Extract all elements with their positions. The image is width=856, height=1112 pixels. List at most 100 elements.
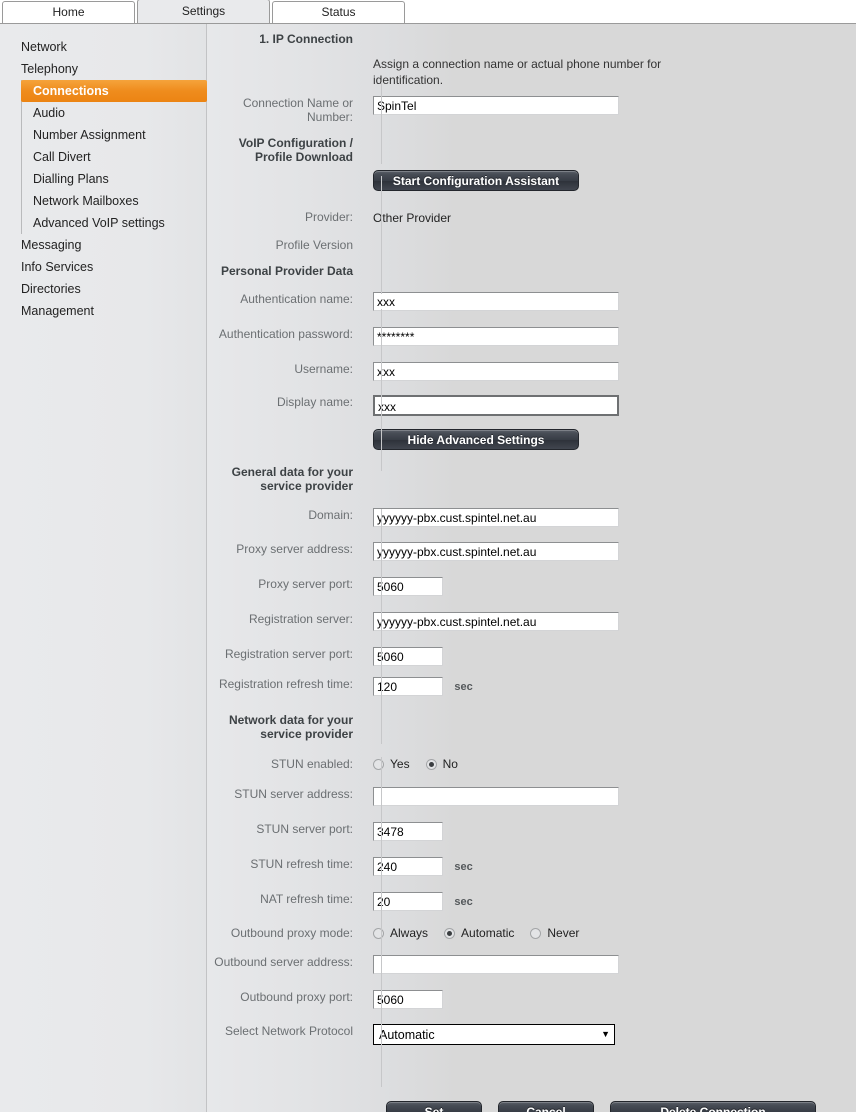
- proxy-server-address-input[interactable]: yyyyyy-pbx.cust.spintel.net.au: [373, 542, 619, 561]
- network-protocol-select[interactable]: Automatic ▼: [373, 1024, 615, 1045]
- stun-enabled-option-no[interactable]: No: [425, 757, 458, 771]
- sidebar-item-audio-label: Audio: [33, 106, 65, 120]
- username-label: Username:: [294, 362, 353, 376]
- domain-row: Domain: yyyyyy-pbx.cust.spintel.net.au: [207, 508, 856, 527]
- section-divider: [381, 176, 382, 294]
- radio-icon: [530, 927, 542, 939]
- tab-status[interactable]: Status: [272, 1, 405, 23]
- sidebar: Network Telephony Connections Audio Numb…: [0, 24, 207, 1112]
- hide-advanced-row: Hide Advanced Settings: [207, 429, 856, 450]
- sidebar-item-number-assignment[interactable]: Number Assignment: [22, 124, 206, 146]
- sidebar-item-connections[interactable]: Connections: [21, 80, 207, 102]
- stun-server-address-input[interactable]: [373, 787, 619, 806]
- outbound-proxy-mode-label: Outbound proxy mode:: [230, 926, 353, 940]
- registration-server-input[interactable]: yyyyyy-pbx.cust.spintel.net.au: [373, 612, 619, 631]
- proxy-server-port-input[interactable]: 5060: [373, 577, 443, 596]
- sidebar-item-network-label: Network: [21, 40, 67, 54]
- stun-enabled-row: STUN enabled: Yes No: [207, 757, 856, 771]
- sidebar-item-info-services[interactable]: Info Services: [0, 256, 206, 278]
- proxy-server-address-label: Proxy server address:: [236, 542, 353, 556]
- stun-enabled-label: STUN enabled:: [270, 757, 353, 771]
- sidebar-item-messaging-label: Messaging: [21, 238, 82, 252]
- cancel-button[interactable]: Cancel: [498, 1101, 594, 1112]
- outbound-proxy-port-label: Outbound proxy port:: [240, 990, 353, 1004]
- stun-refresh-time-label: STUN refresh time:: [250, 857, 353, 871]
- sidebar-item-network-mailboxes-label: Network Mailboxes: [33, 194, 139, 208]
- registration-server-label: Registration server:: [248, 612, 353, 626]
- domain-label: Domain:: [308, 508, 353, 522]
- start-configuration-assistant-button[interactable]: Start Configuration Assistant: [373, 170, 579, 191]
- username-row: Username: xxx: [207, 362, 856, 381]
- outbound-proxy-mode-row: Outbound proxy mode: Always Automatic Ne…: [207, 926, 856, 940]
- sidebar-item-dialling-plans[interactable]: Dialling Plans: [22, 168, 206, 190]
- registration-server-port-input[interactable]: 5060: [373, 647, 443, 666]
- sidebar-item-call-divert-label: Call Divert: [33, 150, 91, 164]
- registration-refresh-time-input[interactable]: 120: [373, 677, 443, 696]
- outbound-proxy-mode-option-automatic[interactable]: Automatic: [444, 926, 514, 940]
- delete-connection-button[interactable]: Delete Connection: [610, 1101, 816, 1112]
- network-protocol-selected-value: Automatic: [379, 1027, 435, 1042]
- outbound-proxy-mode-option-never[interactable]: Never: [530, 926, 579, 940]
- provider-value: Other Provider: [373, 211, 452, 225]
- sidebar-item-network[interactable]: Network: [0, 36, 206, 58]
- registration-refresh-time-label: Registration refresh time:: [218, 677, 353, 691]
- tab-settings[interactable]: Settings: [137, 0, 270, 23]
- general-data-section-title: General data for your service provider: [231, 465, 353, 493]
- sidebar-item-network-mailboxes[interactable]: Network Mailboxes: [22, 190, 206, 212]
- sidebar-item-messaging[interactable]: Messaging: [0, 234, 206, 256]
- stun-refresh-time-input[interactable]: 240: [373, 857, 443, 876]
- stun-server-address-row: STUN server address:: [207, 787, 856, 806]
- auth-password-row: Authentication password: ********: [207, 327, 856, 346]
- network-data-section-title: Network data for your service provider: [228, 713, 353, 741]
- nat-refresh-time-unit: sec: [454, 895, 473, 908]
- stun-enabled-option-yes[interactable]: Yes: [373, 757, 410, 771]
- display-name-row: Display name: xxx: [207, 395, 856, 416]
- username-input[interactable]: xxx: [373, 362, 619, 381]
- page-title-row: 1. IP Connection: [207, 32, 856, 46]
- sidebar-item-call-divert[interactable]: Call Divert: [22, 146, 206, 168]
- auth-name-input[interactable]: xxx: [373, 292, 619, 311]
- help-text-row: Assign a connection name or actual phone…: [207, 56, 856, 88]
- help-text: Assign a connection name or actual phone…: [373, 57, 662, 87]
- domain-input[interactable]: yyyyyy-pbx.cust.spintel.net.au: [373, 508, 619, 527]
- section-divider: [381, 509, 382, 744]
- stun-enabled-option-yes-label: Yes: [390, 757, 410, 771]
- display-name-input[interactable]: xxx: [373, 395, 619, 416]
- stun-refresh-time-unit: sec: [454, 860, 473, 873]
- auth-password-input[interactable]: ********: [373, 327, 619, 346]
- stun-server-port-label: STUN server port:: [256, 822, 353, 836]
- auth-name-label: Authentication name:: [240, 292, 353, 306]
- personal-provider-section-title: Personal Provider Data: [220, 264, 353, 278]
- registration-server-port-row: Registration server port: 5060: [207, 647, 856, 666]
- stun-server-port-row: STUN server port: 3478: [207, 822, 856, 841]
- outbound-server-address-input[interactable]: [373, 955, 619, 974]
- tab-settings-label: Settings: [181, 4, 226, 18]
- stun-server-address-label: STUN server address:: [234, 787, 353, 801]
- set-button[interactable]: Set: [386, 1101, 482, 1112]
- sidebar-item-telephony[interactable]: Telephony: [0, 58, 206, 80]
- outbound-proxy-port-row: Outbound proxy port: 5060: [207, 990, 856, 1009]
- stun-server-port-input[interactable]: 3478: [373, 822, 443, 841]
- radio-icon: [373, 927, 384, 939]
- start-assistant-row: Start Configuration Assistant: [207, 170, 856, 191]
- nat-refresh-time-input[interactable]: 20: [373, 892, 443, 911]
- sidebar-telephony-submenu: Connections Audio Number Assignment Call…: [21, 80, 207, 234]
- footer-actions: Set Cancel Delete Connection: [207, 1101, 856, 1112]
- tab-home[interactable]: Home: [2, 1, 135, 23]
- nat-refresh-time-label: NAT refresh time:: [260, 892, 353, 906]
- outbound-server-address-label: Outbound server address:: [214, 955, 353, 969]
- sidebar-item-advanced-voip-settings[interactable]: Advanced VoIP settings: [22, 212, 206, 234]
- outbound-proxy-port-input[interactable]: 5060: [373, 990, 443, 1009]
- proxy-server-address-row: Proxy server address: yyyyyy-pbx.cust.sp…: [207, 542, 856, 561]
- sidebar-item-audio[interactable]: Audio: [22, 102, 206, 124]
- section-divider: [381, 82, 382, 164]
- nat-refresh-time-row: NAT refresh time: 20 sec: [207, 892, 856, 911]
- proxy-server-port-row: Proxy server port: 5060: [207, 577, 856, 596]
- hide-advanced-settings-button[interactable]: Hide Advanced Settings: [373, 429, 579, 450]
- connection-name-input[interactable]: SpinTel: [373, 96, 619, 115]
- radio-selected-icon: [425, 758, 437, 770]
- tab-bar: Home Settings Status: [0, 0, 856, 24]
- provider-row: Provider: Other Provider: [207, 210, 856, 226]
- sidebar-item-directories[interactable]: Directories: [0, 278, 206, 300]
- sidebar-item-management[interactable]: Management: [0, 300, 206, 322]
